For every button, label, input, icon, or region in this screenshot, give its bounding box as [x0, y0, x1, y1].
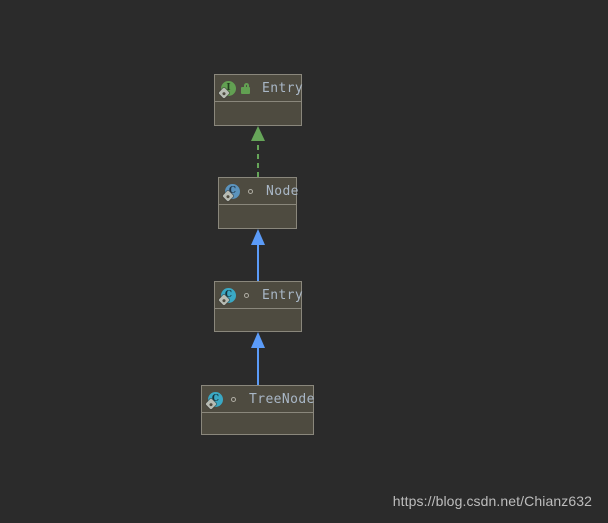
uml-node-members-area [215, 102, 301, 125]
uml-node-node-class[interactable]: C Node [218, 177, 299, 229]
connector-layer [251, 126, 265, 385]
uml-node-header: C Node [219, 178, 299, 205]
uml-node-treenode-class[interactable]: C TreeNode [201, 385, 314, 435]
edge-inheritance-treenode-to-entry [251, 332, 265, 385]
class-circle-icon: C [222, 183, 241, 202]
uml-node-entry-interface[interactable]: I Entry [214, 74, 304, 126]
uml-node-title: Node [266, 183, 299, 199]
class-circle-icon: C [205, 391, 224, 410]
uml-node-header: I Entry [215, 75, 304, 102]
edge-realization-node-to-entry [251, 126, 265, 177]
package-private-circle-icon [244, 185, 257, 198]
package-private-circle-icon [240, 289, 253, 302]
package-private-circle-icon [227, 393, 240, 406]
uml-node-title: TreeNode [249, 391, 315, 407]
uml-diagram-canvas: I Entry C Node C Entry C TreeNode https:… [0, 0, 608, 523]
uml-node-title: Entry [262, 80, 304, 96]
uml-node-members-area [219, 205, 296, 228]
uml-node-header: C TreeNode [202, 386, 315, 413]
uml-node-header: C Entry [215, 282, 304, 309]
interface-circle-icon: I [218, 80, 237, 99]
uml-node-entry-class[interactable]: C Entry [214, 281, 304, 332]
uml-node-members-area [202, 413, 313, 434]
edge-inheritance-entry-to-node [251, 229, 265, 281]
class-circle-icon: C [218, 287, 237, 306]
lock-icon [240, 81, 253, 95]
watermark-text: https://blog.csdn.net/Chianz632 [392, 493, 592, 509]
uml-node-members-area [215, 309, 301, 331]
uml-node-title: Entry [262, 287, 304, 303]
